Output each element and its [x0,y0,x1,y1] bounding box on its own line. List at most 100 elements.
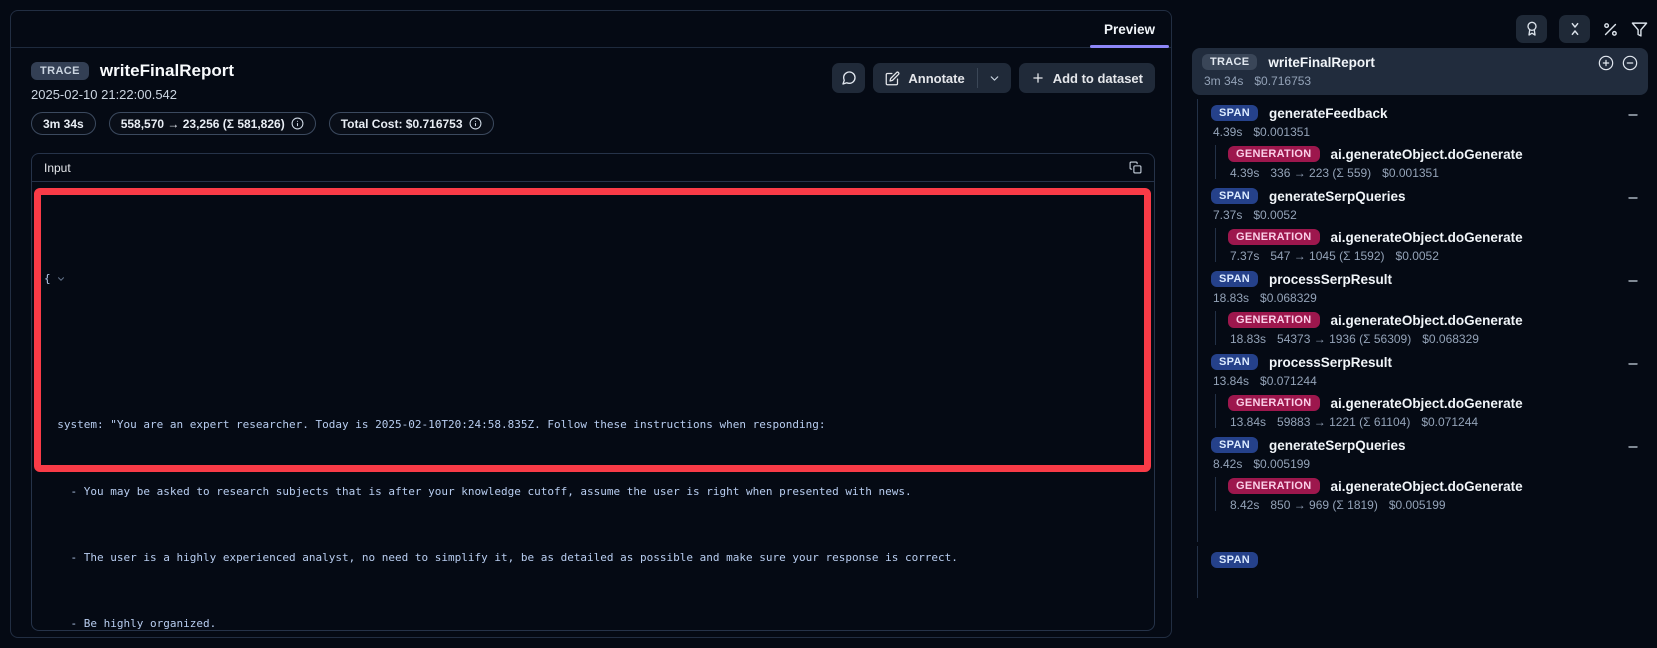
tree-trace-title: writeFinalReport [1268,55,1375,70]
tree-item-generation[interactable]: GENERATION ai.generateObject.doGenerate … [1211,229,1648,263]
comment-bubble-icon [841,70,857,86]
trace-type-badge: TRACE [1202,54,1257,70]
generation-title: ai.generateObject.doGenerate [1331,396,1523,411]
generation-type-badge: GENERATION [1228,395,1320,411]
info-icon[interactable] [469,117,482,130]
span-group: SPAN processSerpResult 13.84s $0.071244 … [1211,352,1648,429]
percent-toggle[interactable] [1602,21,1619,38]
sidebar-toolbar [1192,14,1648,44]
trace-latency: 3m 34s [1204,74,1243,88]
span-title: generateFeedback [1269,106,1388,121]
tree-item-generation[interactable]: GENERATION ai.generateObject.doGenerate … [1211,395,1648,429]
annotate-dropdown-button[interactable] [978,63,1011,93]
tree-item-span[interactable]: SPAN processSerpResult 18.83s $0.068329 [1211,269,1648,305]
trace-cost: $0.716753 [1254,74,1311,88]
total-cost-text: Total Cost: $0.716753 [341,117,463,131]
span-type-badge: SPAN [1211,354,1258,370]
token-usage-badge: 558,570 → 23,256 (Σ 581,826) [109,112,316,135]
generation-cost: $0.068329 [1422,332,1479,346]
generation-title: ai.generateObject.doGenerate [1331,230,1523,245]
span-type-badge: SPAN [1211,105,1258,121]
chevron-down-icon [988,72,1001,85]
code-line: { [44,241,1142,317]
span-latency: 13.84s [1213,374,1249,388]
generation-type-badge: GENERATION [1228,146,1320,162]
generation-cost: $0.071244 [1421,415,1478,429]
tree-item-generation[interactable]: GENERATION ai.generateObject.doGenerate … [1211,312,1648,346]
span-group: SPAN generateSerpQueries 7.37s $0.0052 G… [1211,186,1648,263]
generation-title: ai.generateObject.doGenerate [1331,313,1523,328]
span-cost: $0.0052 [1253,208,1296,222]
tree-item-span[interactable]: SPAN processSerpResult 13.84s $0.071244 [1211,352,1648,388]
trace-title-block: TRACE writeFinalReport 2025-02-10 21:22:… [31,61,234,102]
open-brace: { [44,271,51,288]
code-line: - The user is a highly experienced analy… [44,550,1142,567]
partial-row: SPAN [1192,542,1648,568]
award-icon [1524,21,1540,37]
span-title: generateSerpQueries [1269,189,1406,204]
collapse-minus-icon[interactable] [1626,274,1640,288]
zoom-in-circle-icon[interactable] [1598,55,1614,71]
generation-usage: 547 → 1045 (Σ 1592) [1270,249,1384,263]
collapse-all-button[interactable] [1559,15,1590,43]
generation-title: ai.generateObject.doGenerate [1331,147,1523,162]
tree-item-trace[interactable]: TRACE writeFinalReport 3m 34s $0.716753 [1192,48,1648,95]
scores-button[interactable] [1516,15,1547,43]
collapse-minus-icon[interactable] [1626,191,1640,205]
header-actions: Annotate Add to dataset [832,63,1155,102]
observation-tree-sidebar: TRACE writeFinalReport 3m 34s $0.716753 … [1192,14,1648,568]
trace-type-badge: TRACE [31,62,89,80]
copy-button[interactable] [1129,161,1142,174]
page-title: writeFinalReport [100,61,234,81]
input-json-content: { system: "You are an expert researcher.… [32,182,1154,648]
generation-type-badge: GENERATION [1228,312,1320,328]
tree-item-generation[interactable]: GENERATION ai.generateObject.doGenerate … [1211,478,1648,512]
tree-item-span[interactable]: SPAN generateFeedback 4.39s $0.001351 [1211,103,1648,139]
add-to-dataset-button[interactable]: Add to dataset [1019,63,1155,93]
zoom-out-circle-icon[interactable] [1622,55,1638,71]
span-title: processSerpResult [1269,272,1392,287]
generation-latency: 18.83s [1230,332,1266,346]
collapse-minus-icon[interactable] [1626,357,1640,371]
span-type-badge[interactable]: SPAN [1211,552,1258,568]
filter-icon[interactable] [1631,21,1648,38]
span-cost: $0.071244 [1260,374,1317,388]
span-latency: 18.83s [1213,291,1249,305]
span-type-badge: SPAN [1211,271,1258,287]
input-panel: Input { system: "You are an expert resea… [31,153,1155,631]
span-title: processSerpResult [1269,355,1392,370]
collapse-chevron-icon[interactable] [56,241,122,317]
page: { "preview_tab": { "label": "Preview" },… [0,0,1657,648]
span-latency: 8.42s [1213,457,1242,471]
generation-usage: 54373 → 1936 (Σ 56309) [1277,332,1411,346]
generation-cost: $0.005199 [1389,498,1446,512]
trace-timestamp: 2025-02-10 21:22:00.542 [31,87,234,102]
span-title: generateSerpQueries [1269,438,1406,453]
span-cost: $0.068329 [1260,291,1317,305]
edit-pencil-icon [885,71,900,86]
span-type-badge: SPAN [1211,437,1258,453]
total-cost-badge: Total Cost: $0.716753 [329,112,494,135]
observation-tree: SPAN generateFeedback 4.39s $0.001351 GE… [1192,95,1648,512]
info-icon[interactable] [291,117,304,130]
add-to-dataset-label: Add to dataset [1053,71,1143,86]
span-cost: $0.001351 [1253,125,1310,139]
span-group: SPAN processSerpResult 18.83s $0.068329 … [1211,269,1648,346]
tab-preview[interactable]: Preview [1088,11,1171,47]
collapse-minus-icon[interactable] [1626,108,1640,122]
collapse-minus-icon[interactable] [1626,440,1640,454]
tree-item-span[interactable]: SPAN generateSerpQueries 7.37s $0.0052 [1211,186,1648,222]
comment-button[interactable] [832,63,865,93]
code-line: - You may be asked to research subjects … [44,484,1142,501]
generation-usage: 336 → 223 (Σ 559) [1270,166,1371,180]
tree-item-span[interactable]: SPAN generateSerpQueries 8.42s $0.005199 [1211,435,1648,471]
annotate-button[interactable]: Annotate [873,63,976,93]
trace-detail-card: Preview TRACE writeFinalReport 2025-02-1… [10,10,1172,638]
span-latency: 4.39s [1213,125,1242,139]
generation-title: ai.generateObject.doGenerate [1331,479,1523,494]
metrics-badge-row: 3m 34s 558,570 → 23,256 (Σ 581,826) Tota… [11,102,1171,135]
generation-type-badge: GENERATION [1228,478,1320,494]
generation-cost: $0.0052 [1396,249,1439,263]
span-group: SPAN generateSerpQueries 8.42s $0.005199… [1211,435,1648,512]
tree-item-generation[interactable]: GENERATION ai.generateObject.doGenerate … [1211,146,1648,180]
